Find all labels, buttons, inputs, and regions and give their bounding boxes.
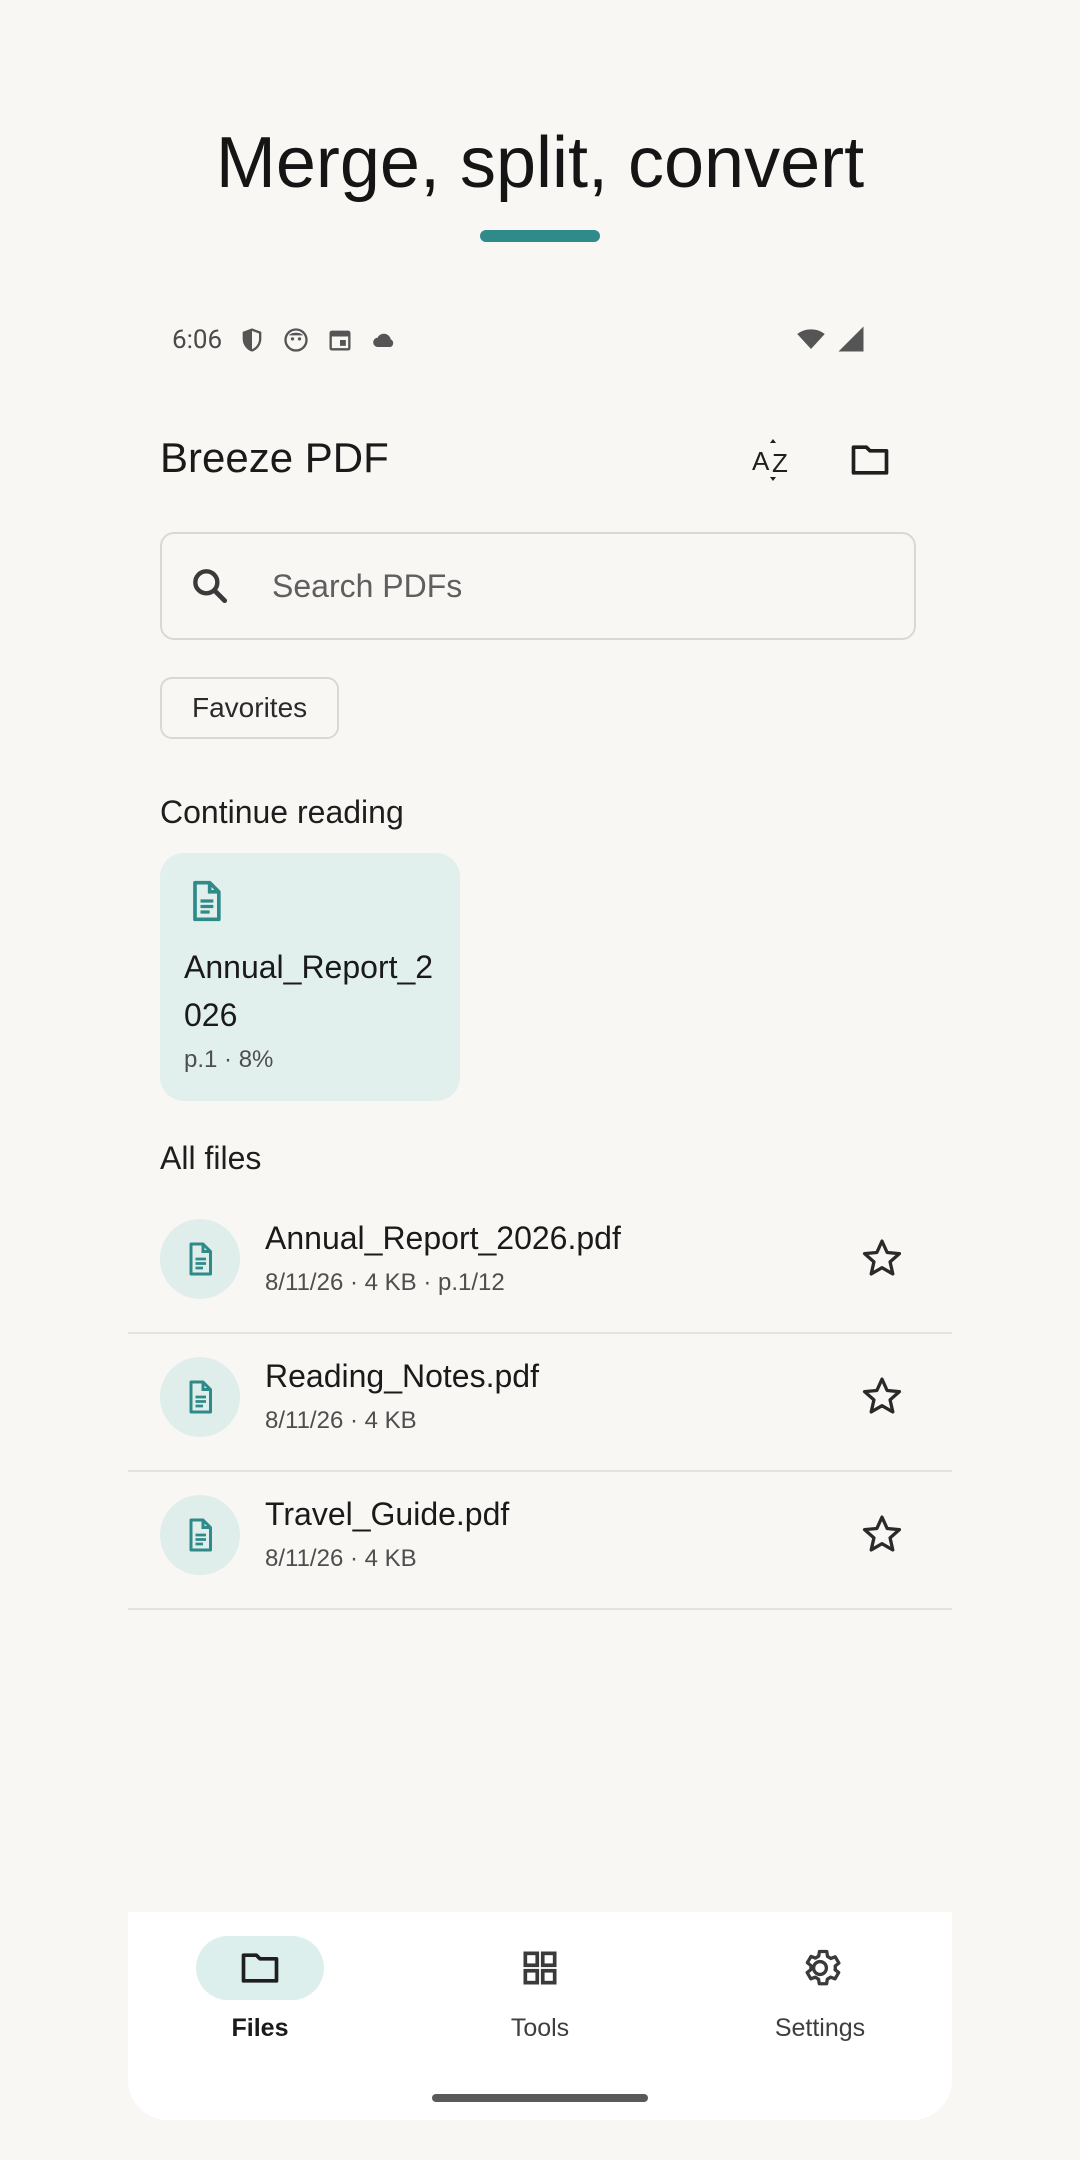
nav-item-tools[interactable]: Tools <box>416 1936 656 2056</box>
file-row[interactable]: Annual_Report_2026.pdf 8/11/26 · 4 KB · … <box>128 1196 952 1334</box>
status-time: 6:06 <box>172 325 223 355</box>
file-name: Annual_Report_2026.pdf <box>265 1220 621 1256</box>
favorite-button[interactable] <box>850 1364 914 1428</box>
search-bar[interactable] <box>160 532 916 640</box>
status-right-icons <box>794 324 866 354</box>
sort-button[interactable]: A Z <box>735 420 815 500</box>
document-icon <box>189 1380 212 1414</box>
all-files-title: All files <box>160 1140 262 1176</box>
nav-label-settings: Settings <box>774 2014 866 2042</box>
bottom-navigation: Files Tools Settings <box>128 1912 952 2120</box>
nav-item-settings[interactable]: Settings <box>696 1936 936 2056</box>
headline-accent-bar <box>480 230 600 242</box>
star-outline-icon <box>862 1515 902 1552</box>
nav-label-tools: Tools <box>510 2014 570 2042</box>
document-icon <box>189 1518 212 1552</box>
folder-icon <box>241 1953 279 1983</box>
svg-text:Z: Z <box>772 448 788 478</box>
nav-pill-settings <box>756 1936 884 2000</box>
promo-headline: Merge, split, convert <box>215 123 865 203</box>
file-list: Annual_Report_2026.pdf 8/11/26 · 4 KB · … <box>128 1196 952 1610</box>
search-input[interactable] <box>270 566 874 606</box>
nav-pill-tools <box>476 1936 604 2000</box>
document-icon <box>189 1242 212 1276</box>
grid-icon <box>523 1951 557 1985</box>
app-bar: Breeze PDF A Z <box>160 420 920 500</box>
file-row[interactable]: Reading_Notes.pdf 8/11/26 · 4 KB <box>128 1334 952 1472</box>
cellular-signal-icon <box>838 326 864 352</box>
home-indicator[interactable] <box>432 2094 648 2102</box>
document-icon <box>193 880 221 922</box>
open-folder-button[interactable] <box>830 420 910 500</box>
star-outline-icon <box>862 1377 902 1414</box>
continue-reading-card[interactable]: Annual_Report_2026 p.1 · 8% <box>160 853 460 1101</box>
sort-az-icon: A Z <box>752 439 788 481</box>
file-meta: 8/11/26 · 4 KB <box>265 1407 417 1434</box>
continue-reading-title: Continue reading <box>160 794 404 830</box>
file-name: Travel_Guide.pdf <box>265 1496 510 1532</box>
favorite-button[interactable] <box>850 1502 914 1566</box>
folder-icon <box>851 445 889 475</box>
file-meta: 8/11/26 · 4 KB · p.1/12 <box>265 1269 505 1296</box>
file-name: Reading_Notes.pdf <box>265 1358 539 1394</box>
file-avatar <box>160 1219 240 1299</box>
file-meta: 8/11/26 · 4 KB <box>265 1545 417 1572</box>
search-icon <box>193 569 228 604</box>
face-icon <box>284 328 308 352</box>
app-title: Breeze PDF <box>160 434 389 481</box>
card-title: Annual_Report_2026 <box>184 949 434 1033</box>
file-avatar <box>160 1495 240 1575</box>
file-avatar <box>160 1357 240 1437</box>
favorite-button[interactable] <box>850 1226 914 1290</box>
nav-item-files[interactable]: Files <box>136 1936 376 2056</box>
svg-text:A: A <box>752 446 770 476</box>
star-outline-icon <box>862 1239 902 1276</box>
wifi-icon <box>797 329 825 349</box>
calendar-icon <box>329 330 351 351</box>
gear-icon <box>805 1949 841 1986</box>
nav-label-files: Files <box>231 2014 289 2042</box>
favorites-filter-chip[interactable]: Favorites <box>160 677 340 739</box>
file-row[interactable]: Travel_Guide.pdf 8/11/26 · 4 KB <box>128 1472 952 1610</box>
cloud-icon <box>373 333 394 348</box>
shield-icon <box>242 328 262 352</box>
status-bar: 6:06 <box>172 320 872 360</box>
nav-pill-files <box>196 1936 324 2000</box>
card-meta: p.1 · 8% <box>184 1046 274 1073</box>
